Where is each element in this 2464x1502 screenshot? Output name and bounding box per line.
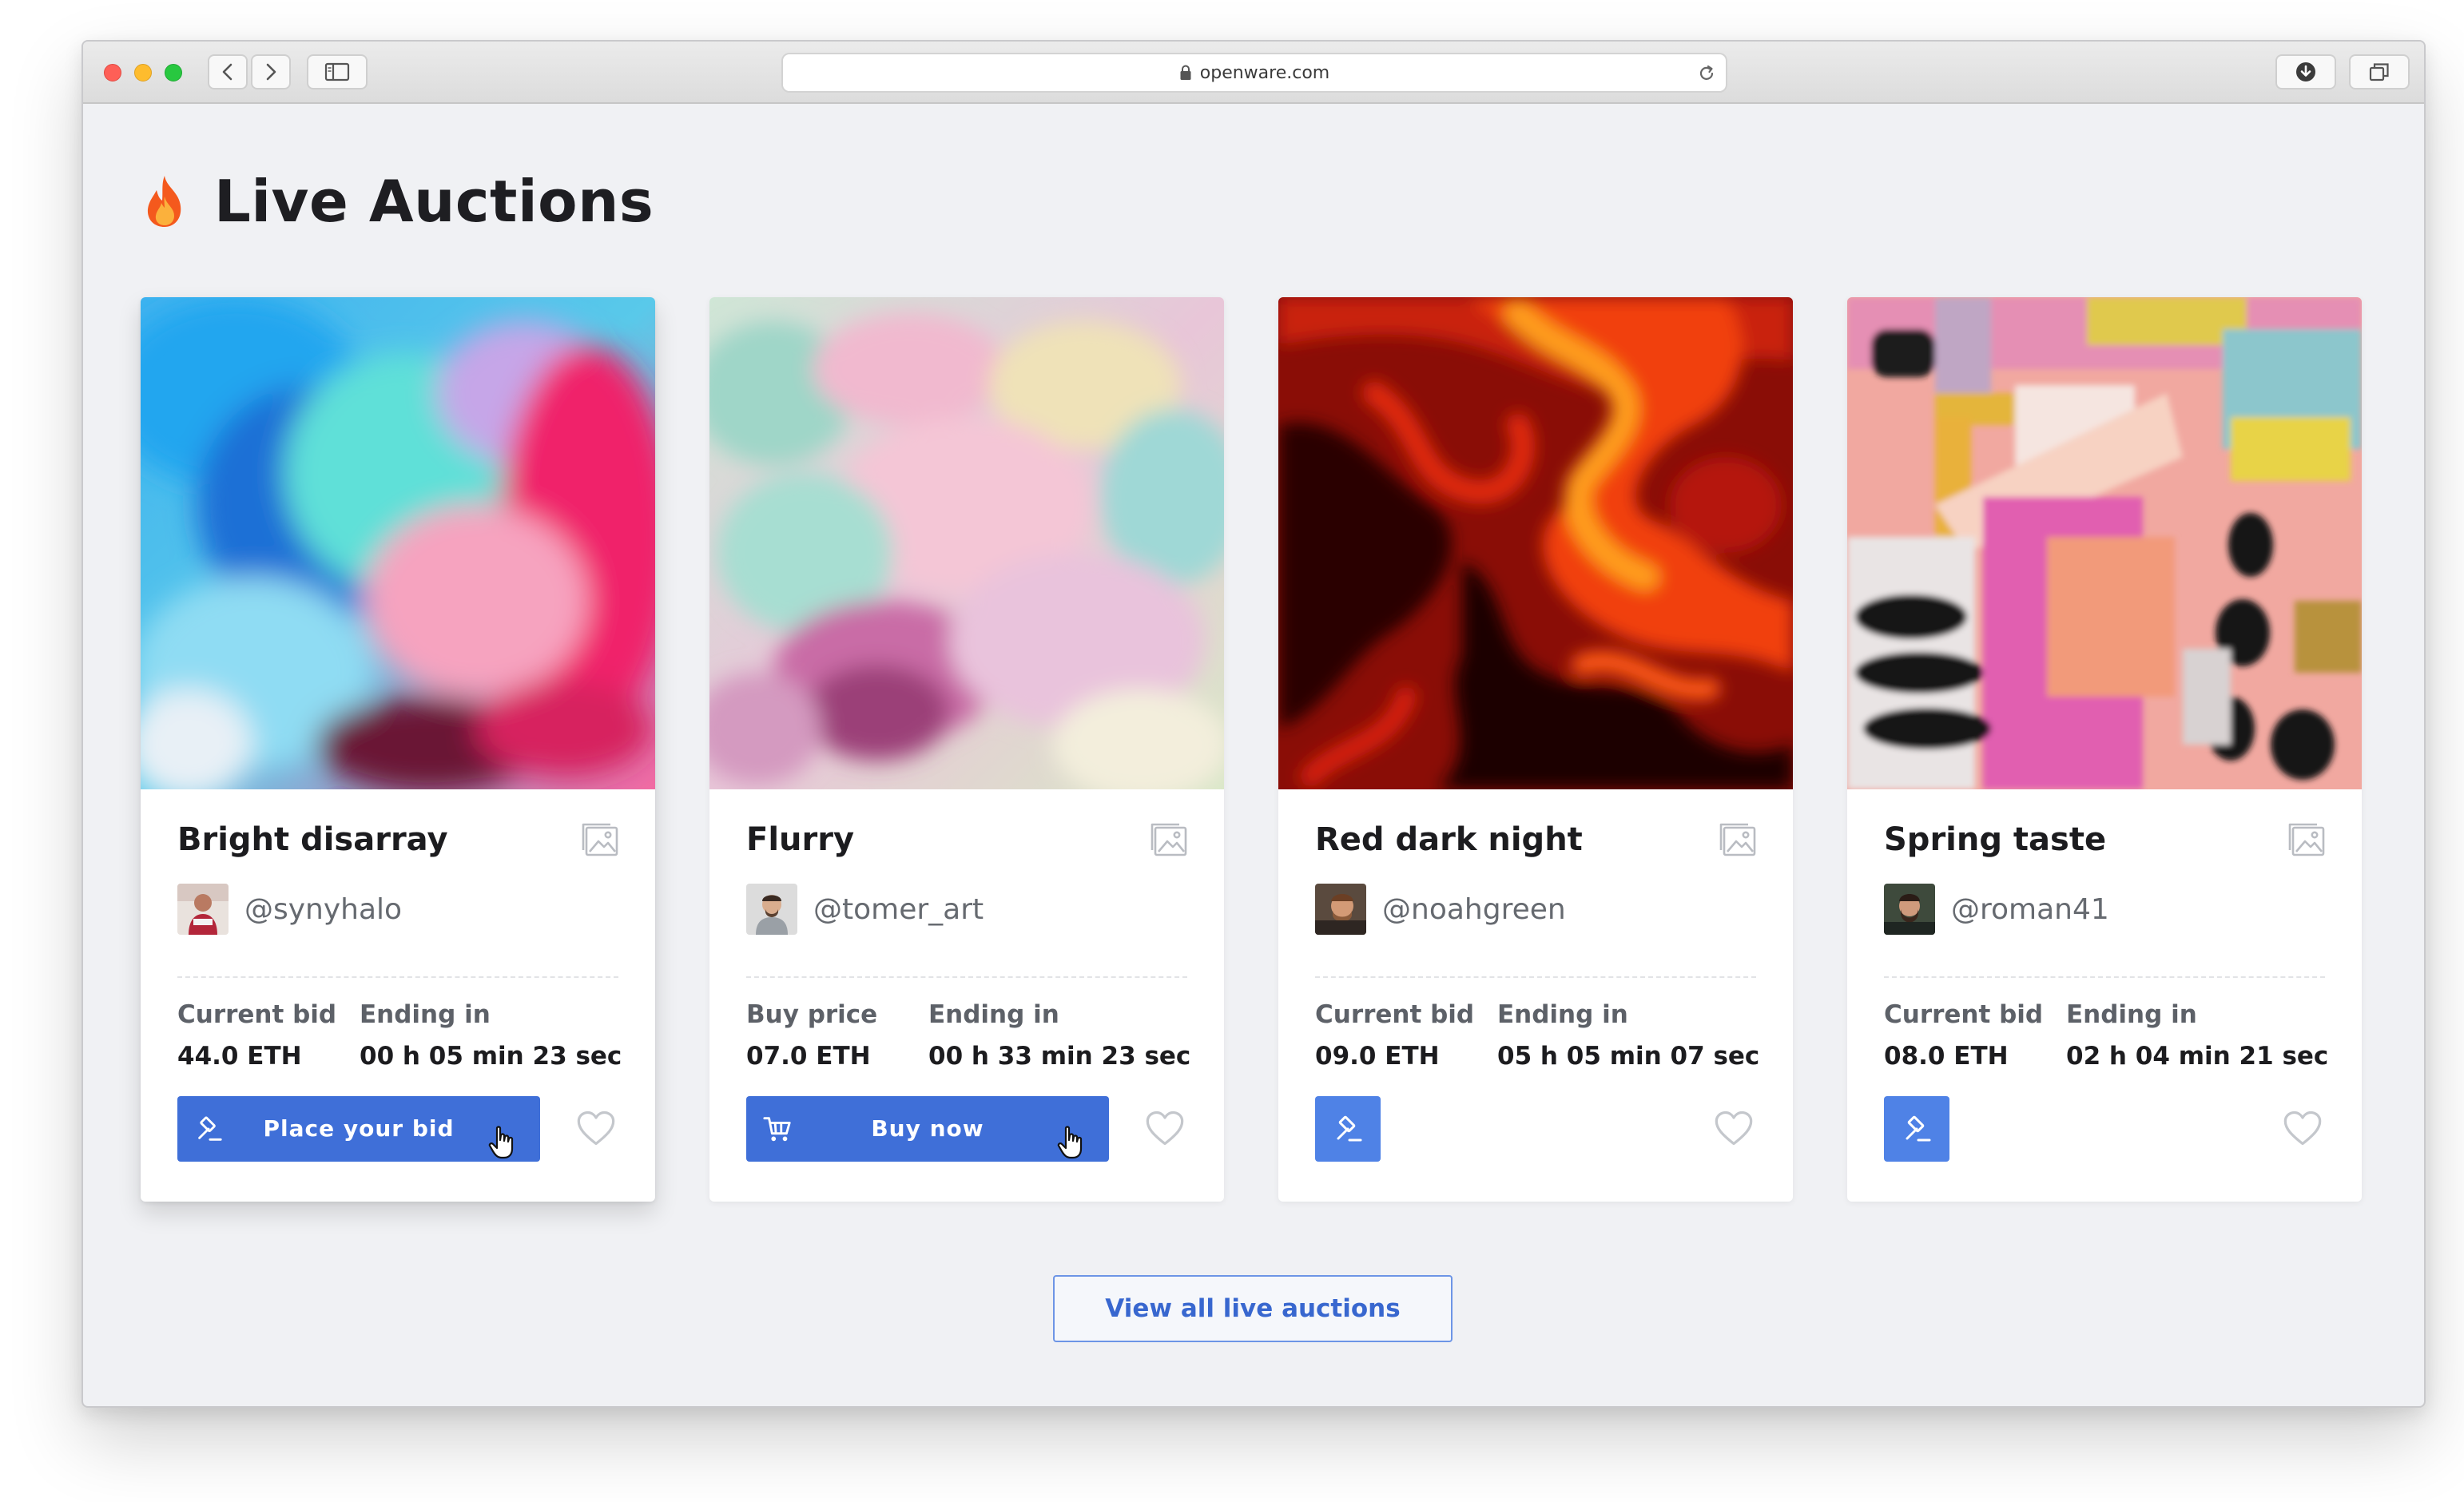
- buy-now-button[interactable]: Buy now: [746, 1096, 1109, 1162]
- ending-label: Ending in: [1497, 1000, 1628, 1029]
- gavel-icon: [1901, 1113, 1933, 1145]
- hand-cursor-icon: [1056, 1125, 1085, 1160]
- countdown: 00 h 05 min 23 sec: [360, 1042, 622, 1071]
- creator[interactable]: @tomer_art: [746, 884, 984, 935]
- artwork-image[interactable]: [709, 297, 1224, 789]
- close-window-button[interactable]: [104, 64, 121, 81]
- auction-card[interactable]: Bright disarray @synyhalo Current bid 44…: [141, 297, 655, 1202]
- avatar: [1315, 884, 1366, 935]
- countdown: 00 h 33 min 23 sec: [928, 1042, 1191, 1071]
- creator-handle: @tomer_art: [813, 892, 984, 926]
- sidebar-icon: [324, 62, 350, 81]
- forward-icon: [266, 63, 276, 81]
- page-content: Live Auctions Bright disarray @synyhalo …: [83, 104, 2424, 1406]
- ending-label: Ending in: [928, 1000, 1059, 1029]
- browser-toolbar: openware.com: [83, 42, 2424, 104]
- artwork-title[interactable]: Flurry: [746, 821, 854, 858]
- fire-icon: [147, 176, 181, 227]
- view-all-auctions-button[interactable]: View all live auctions: [1053, 1275, 1453, 1342]
- stat-label: Buy price: [746, 1000, 878, 1029]
- place-bid-button[interactable]: Place your bid: [177, 1096, 540, 1162]
- image-icon[interactable]: [1147, 820, 1189, 858]
- creator-handle: @noahgreen: [1382, 892, 1566, 926]
- buy-now-label: Buy now: [871, 1115, 984, 1142]
- artwork-title[interactable]: Red dark night: [1315, 821, 1583, 858]
- image-icon[interactable]: [1716, 820, 1758, 858]
- image-icon[interactable]: [578, 820, 620, 858]
- page-title: Live Auctions: [214, 168, 654, 235]
- creator[interactable]: @noahgreen: [1315, 884, 1566, 935]
- avatar: [177, 884, 229, 935]
- auction-card[interactable]: Flurry @tomer_art Buy price 07.0 ETH End…: [709, 297, 1224, 1202]
- bid-button[interactable]: [1315, 1096, 1381, 1162]
- creator[interactable]: @roman41: [1884, 884, 2109, 935]
- minimize-window-button[interactable]: [134, 64, 152, 81]
- artwork-image[interactable]: [1278, 297, 1793, 789]
- countdown: 02 h 04 min 21 sec: [2066, 1042, 2329, 1071]
- stat-value: 44.0 ETH: [177, 1042, 302, 1071]
- forward-button[interactable]: [251, 54, 291, 89]
- back-button[interactable]: [208, 54, 248, 89]
- download-icon: [2296, 62, 2315, 81]
- place-bid-label: Place your bid: [263, 1115, 455, 1142]
- gavel-icon: [1332, 1113, 1364, 1145]
- creator[interactable]: @synyhalo: [177, 884, 402, 935]
- artwork-image[interactable]: [1847, 297, 2362, 789]
- divider: [177, 976, 618, 978]
- lock-icon: [1180, 65, 1191, 80]
- image-icon[interactable]: [2285, 820, 2327, 858]
- tabs-overview-button[interactable]: [2349, 54, 2410, 89]
- creator-handle: @synyhalo: [244, 892, 403, 926]
- heart-icon[interactable]: [1144, 1109, 1186, 1147]
- avatar: [746, 884, 797, 935]
- tabs-icon: [2369, 63, 2389, 81]
- artwork-image[interactable]: [141, 297, 655, 789]
- heart-icon[interactable]: [2282, 1109, 2323, 1147]
- downloads-button[interactable]: [2275, 54, 2336, 89]
- stat-value: 08.0 ETH: [1884, 1042, 2009, 1071]
- divider: [1884, 976, 2325, 978]
- address-bar[interactable]: openware.com: [781, 53, 1727, 93]
- divider: [1315, 976, 1756, 978]
- divider: [746, 976, 1187, 978]
- section-heading: Live Auctions: [139, 168, 654, 235]
- artwork-title[interactable]: Bright disarray: [177, 821, 448, 858]
- back-icon: [222, 63, 232, 81]
- stat-value: 07.0 ETH: [746, 1042, 871, 1071]
- creator-handle: @roman41: [1951, 892, 2109, 926]
- reload-icon[interactable]: [1697, 64, 1716, 83]
- heart-icon[interactable]: [1713, 1109, 1755, 1147]
- artwork-title[interactable]: Spring taste: [1884, 821, 2106, 858]
- stat-label: Current bid: [177, 1000, 337, 1029]
- sidebar-toggle-button[interactable]: [307, 54, 368, 89]
- bid-button[interactable]: [1884, 1096, 1949, 1162]
- avatar: [1884, 884, 1935, 935]
- hand-cursor-icon: [487, 1125, 516, 1160]
- ending-label: Ending in: [360, 1000, 491, 1029]
- auction-card[interactable]: Spring taste @roman41 Current bid 08.0 E…: [1847, 297, 2362, 1202]
- countdown: 05 h 05 min 07 sec: [1497, 1042, 1760, 1071]
- stat-label: Current bid: [1315, 1000, 1475, 1029]
- stat-value: 09.0 ETH: [1315, 1042, 1440, 1071]
- heart-icon[interactable]: [575, 1109, 617, 1147]
- auction-card[interactable]: Red dark night @noahgreen Current bid 09…: [1278, 297, 1793, 1202]
- stat-label: Current bid: [1884, 1000, 2044, 1029]
- url-text: openware.com: [1199, 62, 1330, 83]
- maximize-window-button[interactable]: [165, 64, 182, 81]
- browser-window: openware.com Live Auctions Bright disarr…: [81, 40, 2426, 1408]
- ending-label: Ending in: [2066, 1000, 2197, 1029]
